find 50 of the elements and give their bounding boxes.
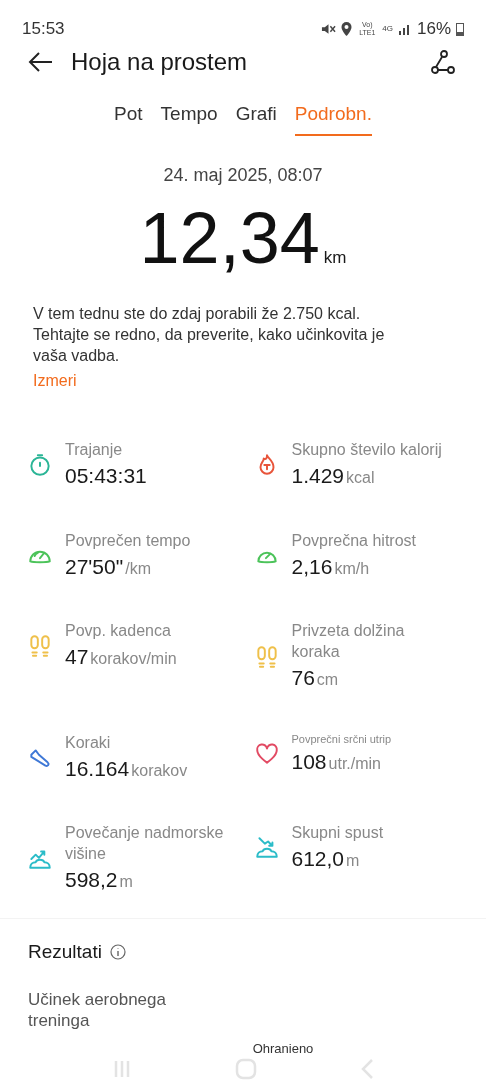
tab[interactable]: Pot	[114, 99, 143, 136]
stat-unit: cm	[316, 670, 339, 690]
stat-value: 1.429	[291, 463, 345, 489]
battery-icon	[456, 21, 464, 36]
battery-level: 16%	[416, 18, 451, 40]
stat-label: Povečanje nadmorske višine	[65, 823, 225, 864]
page-title: Hoja na prostem	[71, 46, 248, 77]
stat-label: Povprečna hitrost	[291, 530, 416, 551]
stat-unit: m	[346, 851, 360, 871]
stat-label: Koraki	[65, 732, 112, 753]
signal-icon	[397, 22, 412, 35]
stat-label: Privzeta dolžina koraka	[291, 621, 406, 662]
stat-label: Trajanje	[65, 440, 124, 460]
distance-value: 12,34	[139, 197, 320, 280]
stat-value: 16.164	[65, 755, 130, 782]
distance-unit: km	[323, 247, 347, 269]
stat-value: 598,2	[65, 867, 118, 893]
stat-label: Skupni spust	[291, 823, 384, 843]
result-value: Ohranieno	[252, 1039, 314, 1058]
stat-label: Skupno število kalorij	[291, 440, 442, 460]
info-icon[interactable]	[109, 944, 126, 961]
stat-value: 27'50"	[65, 553, 124, 580]
result-label: Učinek aerobnega treninga	[28, 988, 167, 1031]
stat-label: Povprečen tempo	[65, 530, 191, 551]
stat-unit: m	[119, 872, 133, 892]
mute-icon	[321, 21, 337, 36]
stat-unit: kcal	[346, 468, 375, 488]
section-title: Rezultati	[28, 940, 102, 964]
stat-unit: utr./min	[328, 753, 381, 774]
activity-date: 24. maj 2025, 08:07	[163, 164, 323, 187]
tab[interactable]: Grafi	[235, 99, 277, 136]
stat-value: 612,0	[291, 846, 345, 872]
stat-label: Povp. kadenca	[65, 621, 172, 641]
stat-unit: /km	[125, 558, 151, 579]
clock: 15:53	[22, 18, 65, 40]
stat-unit: korakov/min	[90, 649, 177, 669]
back-icon[interactable]	[28, 50, 54, 73]
weekly-calories-message: V tem tednu ste do zdaj porabili že 2.750 kcal. Tehtajte se redno, da preverite, kako učinkovita je vaša vadba.	[33, 304, 386, 366]
data-type-label: 4G	[382, 24, 393, 33]
stat-label: Povprečni srčni utrip	[291, 731, 392, 746]
stat-unit: korakov	[131, 760, 188, 781]
stat-value: 05:43:31	[65, 463, 147, 489]
stat-unit: km/h	[334, 558, 370, 579]
location-icon	[341, 21, 353, 36]
tab[interactable]: Tempo	[160, 99, 218, 136]
route-icon[interactable]	[430, 48, 456, 75]
stat-value: 47	[65, 644, 89, 670]
stat-value: 108	[291, 748, 327, 775]
stat-value: 76	[291, 665, 315, 691]
stat-value: 2,16	[291, 553, 333, 580]
